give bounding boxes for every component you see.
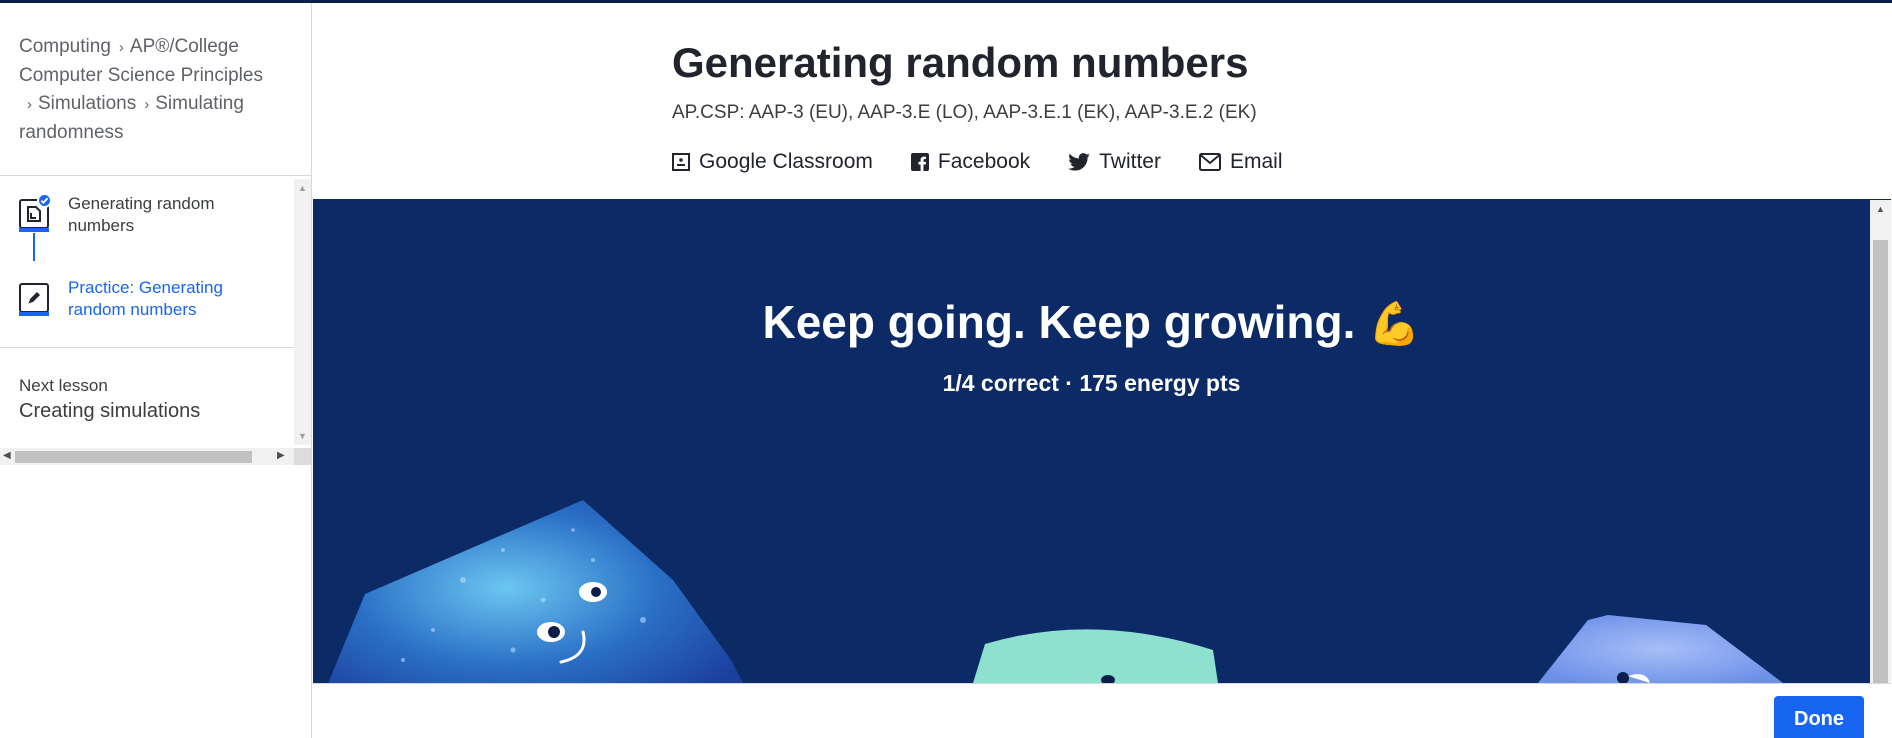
next-lesson-caption: Next lesson [19, 376, 108, 395]
done-button[interactable]: Done [1774, 696, 1864, 738]
scroll-down-arrow-icon[interactable]: ▼ [298, 431, 307, 441]
scrollbar-thumb[interactable] [15, 451, 252, 463]
progress-underline [19, 312, 49, 316]
share-google-classroom[interactable]: Google Classroom [672, 150, 873, 174]
twitter-icon [1068, 153, 1090, 171]
sidebar-vertical-scrollbar[interactable]: ▲ ▼ [294, 179, 311, 445]
result-message-text: Keep going. Keep growing. [762, 296, 1356, 348]
content-header: Generating random numbers AP.CSP: AAP-3 … [672, 36, 1472, 124]
breadcrumb-computing[interactable]: Computing [19, 36, 111, 57]
results-screen: Keep going. Keep growing. 💪 1/4 correct … [313, 200, 1870, 683]
sidebar: Computing › AP®/College Computer Science P… [0, 3, 312, 738]
scroll-up-arrow-icon[interactable]: ▲ [1876, 204, 1885, 214]
sidebar-divider [0, 347, 294, 348]
lesson-item-label: Generating random numbers [68, 194, 215, 235]
standards-text: AP.CSP: AAP-3 (EU), AAP-3.E (LO), AAP-3.… [672, 102, 1257, 123]
share-facebook-label: Facebook [937, 150, 1031, 173]
next-lesson[interactable]: Next lesson Creating simulations [19, 376, 200, 423]
lesson-item-generating-random-numbers[interactable]: Generating random numbers [0, 193, 290, 253]
next-lesson-title: Creating simulations [19, 400, 201, 422]
scroll-left-arrow-icon[interactable]: ◀ [3, 450, 11, 461]
blue-creature [313, 500, 743, 683]
breadcrumb-separator: › [118, 39, 124, 56]
lesson-item-practice-generating-random-numbers[interactable]: Practice: Generating random numbers [0, 277, 290, 337]
scroll-right-arrow-icon[interactable]: ▶ [277, 450, 285, 461]
result-message: Keep going. Keep growing. 💪 [313, 295, 1870, 349]
sidebar-divider [0, 175, 311, 176]
page-title: Generating random numbers [672, 39, 1249, 86]
breadcrumb-separator: › [27, 96, 32, 113]
scroll-up-arrow-icon[interactable]: ▲ [298, 183, 307, 193]
light-blue-creature [1538, 615, 1783, 683]
facebook-icon [910, 153, 929, 171]
scrollbar-thumb[interactable] [1873, 240, 1888, 683]
breadcrumb-separator: › [144, 96, 150, 113]
share-email-label: Email [1229, 150, 1283, 173]
share-twitter[interactable]: Twitter [1068, 150, 1161, 174]
creature-illustration [313, 500, 1783, 683]
teal-creature [973, 629, 1218, 683]
progress-underline [19, 228, 49, 232]
pencil-icon [19, 283, 49, 316]
score-summary: 1/4 correct · 175 energy pts [942, 370, 1241, 396]
flexed-bicep-icon: 💪 [1368, 300, 1421, 347]
breadcrumb: Computing › AP®/College Computer Science P… [19, 33, 299, 147]
lesson-item-label: Practice: Generating random numbers [68, 278, 223, 319]
google-classroom-icon [672, 153, 690, 171]
share-row: Google Classroom Facebook Twitter Email [672, 150, 1321, 174]
check-icon [37, 193, 52, 208]
share-email[interactable]: Email [1198, 150, 1283, 174]
lesson-list: Generating random numbers Practice: Gene… [0, 179, 294, 445]
exercise-panel: Keep going. Keep growing. 💪 1/4 correct … [313, 199, 1891, 738]
exercise-footer: Done [313, 683, 1891, 738]
share-twitter-label: Twitter [1099, 150, 1161, 173]
progress-connector [33, 233, 35, 261]
email-icon [1198, 153, 1221, 171]
share-facebook[interactable]: Facebook [910, 150, 1031, 174]
panel-vertical-scrollbar[interactable]: ▲ [1870, 200, 1891, 683]
scrollbar-corner [294, 448, 311, 465]
breadcrumb-simulations[interactable]: Simulations [38, 93, 136, 114]
share-google-classroom-label: Google Classroom [699, 150, 873, 173]
sidebar-horizontal-scrollbar[interactable]: ◀ ▶ [0, 448, 294, 465]
